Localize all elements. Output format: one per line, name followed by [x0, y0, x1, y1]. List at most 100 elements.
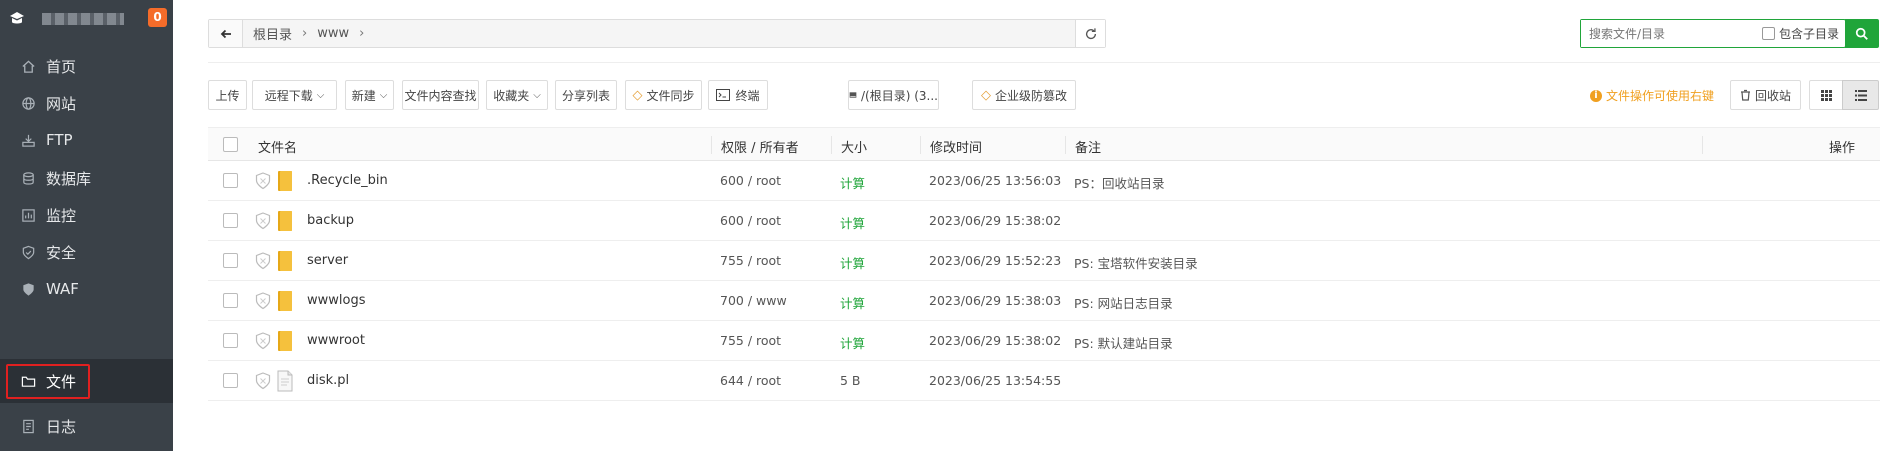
col-header-perm[interactable]: 权限 / 所有者 — [721, 137, 799, 156]
row-checkbox[interactable] — [223, 333, 238, 348]
tamper-shield-icon[interactable] — [255, 292, 271, 310]
file-perm[interactable]: 644 / root — [720, 373, 781, 388]
chevron-down-icon: ⌵ — [533, 89, 541, 101]
tamper-shield-icon[interactable] — [255, 172, 271, 190]
row-checkbox[interactable] — [223, 373, 238, 388]
include-subdir-toggle[interactable]: 包含子目录 — [1761, 25, 1845, 42]
table-row[interactable]: disk.pl 644 / root 5 B 2023/06/25 13:54:55 — [208, 361, 1880, 401]
remote-download-button[interactable]: 远程下载 ⌵ — [252, 80, 337, 110]
diamond-icon: ◇ — [632, 87, 643, 103]
file-mtime: 2023/06/29 15:38:02 — [929, 213, 1062, 228]
row-checkbox[interactable] — [223, 213, 238, 228]
sidebar-item-files[interactable]: 文件 — [0, 359, 173, 403]
tamper-shield-icon[interactable] — [255, 252, 271, 270]
file-name[interactable]: backup — [307, 213, 354, 228]
file-perm[interactable]: 755 / root — [720, 253, 781, 268]
sidebar-item-waf[interactable]: WAF — [0, 267, 173, 311]
recycle-bin-button[interactable]: 回收站 — [1730, 80, 1801, 110]
table-row[interactable]: wwwlogs 700 / www 计算 2023/06/29 15:38:03 PS:… — [208, 281, 1880, 321]
sidebar-item-label: WAF — [46, 280, 79, 298]
share-list-button[interactable]: 分享列表 — [555, 80, 617, 110]
file-name[interactable]: wwwroot — [307, 333, 365, 348]
tamper-shield-icon[interactable] — [255, 212, 271, 230]
terminal-button[interactable]: 终端 — [708, 80, 768, 110]
file-note[interactable]: PS: 宝塔软件安装目录 — [1074, 253, 1198, 272]
calc-size-link[interactable]: 计算 — [840, 173, 865, 192]
file-table: 文件名 权限 / 所有者 大小 修改时间 备注 操作 .Recycle_bin 6… — [208, 127, 1880, 401]
table-row[interactable]: server 755 / root 计算 2023/06/29 15:52:23 PS:… — [208, 241, 1880, 281]
tamper-shield-icon[interactable] — [255, 372, 271, 390]
file-note[interactable]: PS: 默认建站目录 — [1074, 333, 1173, 352]
file-perm[interactable]: 600 / root — [720, 213, 781, 228]
col-header-note: 备注 — [1075, 141, 1102, 156]
folder-icon — [276, 330, 294, 352]
file-sync-button[interactable]: ◇ 文件同步 — [625, 80, 702, 110]
file-name[interactable]: wwwlogs — [307, 293, 366, 308]
file-icon — [276, 370, 294, 392]
favorites-button[interactable]: 收藏夹 ⌵ — [486, 80, 548, 110]
search-button[interactable] — [1845, 19, 1879, 48]
diamond-icon: ◇ — [980, 87, 991, 103]
file-note[interactable]: PS: 网站日志目录 — [1074, 293, 1173, 312]
file-mtime: 2023/06/29 15:38:03 — [929, 293, 1062, 308]
calc-size-link[interactable]: 计算 — [840, 293, 865, 312]
database-icon — [20, 170, 36, 186]
calc-size-link[interactable]: 计算 — [840, 253, 865, 272]
search-input[interactable] — [1581, 20, 1762, 47]
file-manager-panel: 根目录 › www › 包含子目录 上传 远程下载⌵ 新建⌵ 文件内容查找 收藏… — [173, 0, 1892, 451]
file-name[interactable]: .Recycle_bin — [307, 173, 388, 188]
col-header-size[interactable]: 大小 — [841, 137, 867, 156]
terminal-icon — [716, 89, 731, 101]
refresh-button[interactable] — [1075, 20, 1105, 47]
refresh-icon — [1085, 27, 1096, 39]
table-row[interactable]: backup 600 / root 计算 2023/06/29 15:38:02 — [208, 201, 1880, 241]
chevron-right-icon[interactable]: › — [359, 26, 364, 41]
file-name[interactable]: server — [307, 253, 348, 268]
list-view-button[interactable] — [1842, 80, 1879, 110]
new-label: 新建 — [351, 88, 376, 103]
breadcrumb-www[interactable]: www — [317, 26, 349, 41]
tamper-protection-button[interactable]: ◇ 企业级防篡改 — [972, 80, 1076, 110]
disk-button[interactable]: /(根目录) (3... — [848, 80, 939, 110]
file-name[interactable]: disk.pl — [307, 373, 349, 388]
file-perm[interactable]: 755 / root — [720, 333, 781, 348]
file-note[interactable]: PS：回收站目录 — [1074, 173, 1164, 192]
search-icon — [1855, 27, 1868, 40]
col-header-name[interactable]: 文件名 — [258, 137, 297, 156]
back-button[interactable] — [209, 20, 243, 47]
file-perm[interactable]: 700 / www — [720, 293, 787, 308]
include-subdir-checkbox[interactable] — [1761, 27, 1775, 40]
breadcrumb-root[interactable]: 根目录 — [253, 24, 292, 43]
header-divider — [208, 62, 1880, 63]
row-checkbox[interactable] — [223, 293, 238, 308]
right-click-tip: i 文件操作可使用右键 — [1590, 87, 1714, 104]
chevron-right-icon: › — [302, 26, 308, 41]
table-row[interactable]: .Recycle_bin 600 / root 计算 2023/06/25 13:56… — [208, 161, 1880, 201]
row-checkbox[interactable] — [223, 253, 238, 268]
remote-download-label: 远程下载 — [264, 88, 313, 103]
file-sync-label: 文件同步 — [646, 88, 695, 103]
row-checkbox[interactable] — [223, 173, 238, 188]
tamper-label: 企业级防篡改 — [994, 88, 1067, 103]
content-search-button[interactable]: 文件内容查找 — [402, 80, 479, 110]
upload-button[interactable]: 上传 — [208, 80, 247, 110]
calc-size-link[interactable]: 计算 — [840, 213, 865, 232]
disk-label: /(根目录) (3... — [861, 88, 938, 103]
file-perm[interactable]: 600 / root — [720, 173, 781, 188]
select-all-checkbox[interactable] — [223, 137, 238, 152]
search-box: 包含子目录 — [1580, 19, 1846, 48]
col-header-mtime[interactable]: 修改时间 — [930, 137, 982, 156]
sidebar-item-label: FTP — [46, 131, 73, 149]
tamper-shield-icon[interactable] — [255, 332, 271, 350]
folder-icon — [276, 170, 294, 192]
file-size: 5 B — [840, 373, 861, 388]
notification-badge[interactable]: 0 — [148, 8, 167, 27]
new-button[interactable]: 新建 ⌵ — [345, 80, 394, 110]
trash-icon — [1740, 89, 1750, 101]
sidebar-item-logs[interactable]: 日志 — [0, 404, 173, 448]
calc-size-link[interactable]: 计算 — [840, 333, 865, 352]
list-icon — [1854, 89, 1867, 101]
table-row[interactable]: wwwroot 755 / root 计算 2023/06/29 15:38:02 PS… — [208, 321, 1880, 361]
grid-view-button[interactable] — [1809, 80, 1843, 110]
bt-logo-icon — [8, 10, 26, 28]
